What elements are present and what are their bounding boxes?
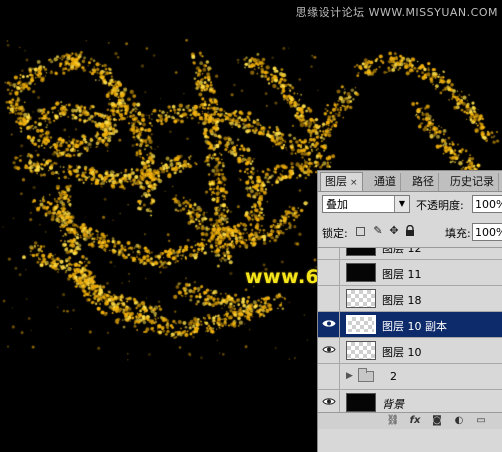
panel-footer: ⛓ fx ◙ ◐ ▭	[318, 412, 502, 429]
lock-row: 锁定: ✎ ✥ 填充: 100%	[322, 223, 502, 241]
layer-name: 图层 18	[382, 294, 422, 307]
blend-row: 叠加 ▼ 不透明度: 100%	[322, 195, 502, 215]
layer-row-selected[interactable]: 图层 10 副本	[318, 312, 502, 338]
blend-mode-value: 叠加	[326, 198, 348, 211]
lock-move-icon[interactable]: ✥	[388, 225, 400, 237]
layer-name: 背景	[382, 398, 404, 411]
layer-row[interactable]: 图层 18	[318, 286, 502, 312]
tab-channels[interactable]: 通道	[370, 173, 401, 191]
layer-row[interactable]: 图层 10	[318, 338, 502, 364]
link-icon[interactable]: ⛓	[386, 414, 400, 427]
group-row[interactable]: ▶ 2	[318, 364, 502, 390]
fx-icon[interactable]: fx	[408, 414, 422, 427]
layer-thumbnail	[346, 341, 376, 360]
opacity-label: 不透明度:	[416, 199, 464, 212]
visibility-toggle[interactable]	[318, 260, 340, 285]
visibility-toggle[interactable]	[318, 338, 340, 363]
layer-name: 图层 12	[382, 247, 422, 255]
layers-panel: 图层× 通道 路径 历史记录 叠加 ▼ 不透明度: 100% 锁定: ✎ ✥ 填…	[317, 170, 502, 452]
fill-label: 填充:	[445, 227, 471, 240]
lock-transparency-icon[interactable]	[356, 227, 365, 236]
group-name: 2	[390, 370, 397, 383]
eye-icon	[322, 346, 336, 353]
mask-icon[interactable]: ◙	[430, 414, 444, 427]
eye-icon	[322, 398, 336, 405]
adjustment-icon[interactable]: ◐	[452, 414, 466, 427]
layer-name: 图层 11	[382, 268, 422, 281]
layer-thumbnail	[346, 393, 376, 412]
layer-thumbnail	[346, 315, 376, 334]
blend-mode-select[interactable]: 叠加 ▼	[322, 195, 410, 213]
layer-row-background[interactable]: 背景	[318, 390, 502, 413]
layer-row[interactable]: 图层 11	[318, 260, 502, 286]
new-group-icon[interactable]: ▭	[474, 414, 488, 427]
folder-icon	[358, 368, 374, 382]
visibility-toggle[interactable]	[318, 312, 340, 337]
layer-thumbnail	[346, 289, 376, 308]
fill-field[interactable]: 100%	[472, 223, 502, 241]
eye-icon	[322, 320, 336, 327]
visibility-toggle[interactable]	[318, 364, 340, 389]
tab-layers-label: 图层	[325, 175, 347, 188]
visibility-toggle[interactable]	[318, 248, 340, 259]
watermark-text: 思缘设计论坛 WWW.MISSYUAN.COM	[295, 6, 498, 19]
tab-history-label: 历史记录	[450, 175, 494, 188]
layer-list: 图层 12 图层 11 图层 18 图层 10 副本 图层 10 ▶ 2 背景	[318, 247, 502, 413]
visibility-toggle[interactable]	[318, 390, 340, 413]
layer-name: 图层 10 副本	[382, 320, 447, 333]
chevron-down-icon[interactable]: ▼	[394, 196, 409, 212]
lock-label: 锁定:	[322, 227, 348, 240]
opacity-field[interactable]: 100%	[472, 195, 502, 213]
layer-row[interactable]: 图层 12	[318, 247, 502, 260]
visibility-toggle[interactable]	[318, 286, 340, 311]
layer-thumbnail	[346, 263, 376, 282]
tab-channels-label: 通道	[374, 175, 396, 188]
tab-paths[interactable]: 路径	[408, 173, 439, 191]
close-icon[interactable]: ×	[350, 178, 358, 188]
layer-name: 图层 10	[382, 346, 422, 359]
lock-all-icon[interactable]	[404, 224, 416, 237]
tab-layers[interactable]: 图层 ×	[320, 172, 363, 191]
expand-arrow-icon[interactable]: ▶	[346, 371, 353, 381]
tab-paths-label: 路径	[412, 175, 434, 188]
tab-history[interactable]: 历史记录	[446, 173, 499, 191]
layer-thumbnail	[346, 248, 376, 256]
lock-brush-icon[interactable]: ✎	[372, 225, 384, 237]
panel-tabs: 图层 × 通道 路径 历史记录	[318, 171, 502, 192]
